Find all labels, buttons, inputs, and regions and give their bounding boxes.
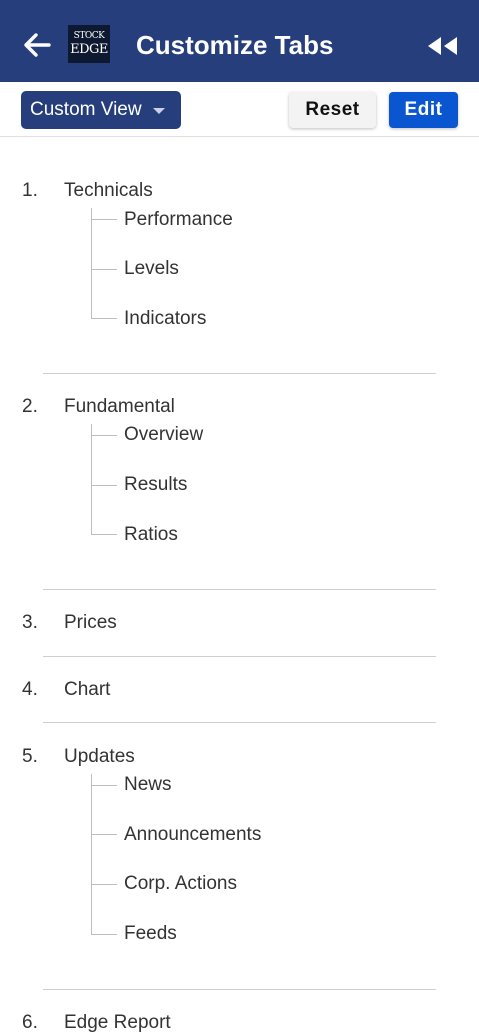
double-chevron-left-icon[interactable] [424,33,460,59]
divider [43,373,436,374]
tab-number: 6. [22,1012,38,1033]
stockedge-logo: STOCK EDGE [68,25,110,63]
tab-name-fundamental[interactable]: Fundamental [64,395,175,419]
tab-number: 4. [22,679,38,700]
tab-number: 3. [22,612,38,633]
app-bar: STOCK EDGE Customize Tabs [0,0,479,82]
view-select-label: Custom View [30,99,142,120]
subtab-performance[interactable]: Performance [124,208,233,232]
tree-connector [91,424,92,535]
tab-number: 2. [22,396,38,417]
tree-branch [91,318,117,319]
subtab-overview[interactable]: Overview [124,423,203,447]
tree-branch [91,934,117,935]
divider [43,589,436,590]
subtab-announcements[interactable]: Announcements [124,823,261,847]
tab-name-updates[interactable]: Updates [64,745,135,769]
tree-branch [91,269,117,270]
logo-line-stock: STOCK [73,31,105,41]
subtab-indicators[interactable]: Indicators [124,307,206,331]
tab-name-technicals[interactable]: Technicals [64,179,153,203]
edit-button[interactable]: Edit [389,92,458,128]
divider [43,656,436,657]
subtab-feeds[interactable]: Feeds [124,922,177,946]
tab-name-prices[interactable]: Prices [64,611,117,635]
arrow-left-icon[interactable] [20,28,54,62]
divider [43,989,436,990]
tab-number: 5. [22,746,38,767]
tree-branch [91,785,117,786]
tab-name-edge-report[interactable]: Edge Report [64,1011,171,1035]
subtab-news[interactable]: News [124,773,172,797]
tab-number: 1. [22,180,38,201]
view-select-dropdown[interactable]: Custom View [21,91,181,129]
tree-branch [91,534,117,535]
tree-connector [91,774,92,935]
divider [43,722,436,723]
subtab-levels[interactable]: Levels [124,257,179,281]
tree-branch [91,435,117,436]
tree-branch [91,485,117,486]
tab-name-chart[interactable]: Chart [64,678,110,702]
subtab-results[interactable]: Results [124,473,187,497]
page-title: Customize Tabs [136,30,334,60]
tree-connector [91,208,92,319]
toolbar: Custom View Reset Edit [0,82,479,137]
caret-down-icon [153,108,165,114]
subtab-ratios[interactable]: Ratios [124,523,178,547]
subtab-corp-actions[interactable]: Corp. Actions [124,872,237,896]
tree-branch [91,219,117,220]
logo-line-edge: EDGE [70,42,108,57]
reset-button[interactable]: Reset [289,92,376,128]
tree-branch [91,834,117,835]
tree-branch [91,884,117,885]
